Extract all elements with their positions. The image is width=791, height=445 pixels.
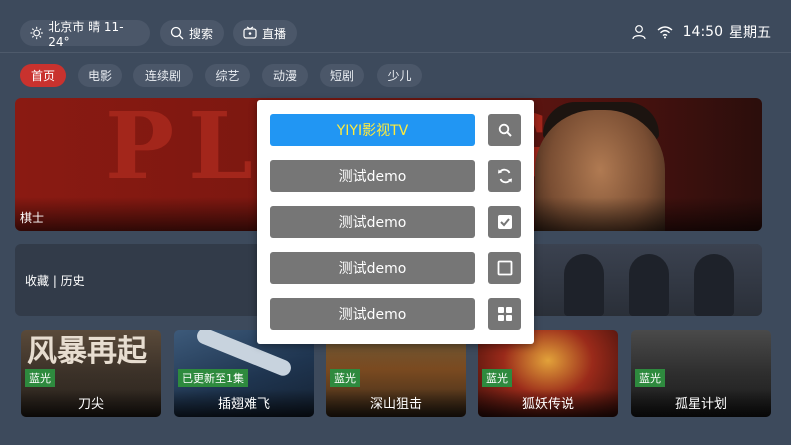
demo-button-2[interactable]: 测试demo: [270, 206, 475, 238]
dialog-checkbox-checked[interactable]: [488, 206, 521, 238]
checkbox-empty-icon: [497, 260, 512, 276]
poster-title: 狐妖传说: [478, 389, 618, 417]
poster-title: 孤星计划: [631, 389, 771, 417]
grid-icon: [497, 307, 512, 321]
tab-kids[interactable]: 少儿: [377, 64, 422, 87]
weather-text: 北京市 晴 11-24°: [48, 19, 124, 49]
checkbox-checked-icon: [497, 215, 512, 229]
poster-title: 深山狙击: [326, 389, 466, 417]
tv-icon: [243, 26, 257, 39]
photo-figure: [694, 254, 734, 316]
poster-badge: 蓝光: [635, 369, 665, 387]
tab-movies[interactable]: 电影: [78, 64, 122, 87]
status-area: 14:50 星期五: [621, 22, 771, 42]
search-icon: [498, 123, 512, 137]
refresh-icon: [497, 168, 512, 184]
wifi-icon: [657, 26, 673, 39]
dialog-search-button[interactable]: [488, 114, 521, 146]
user-icon[interactable]: [631, 24, 647, 40]
live-button[interactable]: 直播: [233, 20, 297, 46]
demo-button-4[interactable]: 测试demo: [270, 298, 475, 330]
poster-card[interactable]: 蓝光 孤星计划: [631, 330, 771, 417]
tab-shorts[interactable]: 短剧: [320, 64, 364, 87]
banner-title: 棋士: [20, 211, 45, 225]
search-button[interactable]: 搜索: [160, 20, 224, 46]
photo-figure: [629, 254, 669, 316]
tab-series[interactable]: 连续剧: [133, 64, 193, 87]
header-divider: [0, 52, 791, 53]
poster-title: 刀尖: [21, 389, 161, 417]
yiyi-tv-button[interactable]: YIYI影视TV: [270, 114, 475, 146]
demo-dialog: YIYI影视TV 测试demo 测试demo 测试demo 测试demo: [257, 100, 534, 344]
clock-weekday: 星期五: [729, 25, 771, 41]
search-icon: [170, 26, 184, 40]
dialog-refresh-button[interactable]: [488, 160, 521, 192]
demo-button-1[interactable]: 测试demo: [270, 160, 475, 192]
tab-home[interactable]: 首页: [20, 64, 66, 87]
photo-figure: [564, 254, 604, 316]
weather-pill[interactable]: 北京市 晴 11-24°: [20, 19, 150, 49]
poster-badge: 蓝光: [482, 369, 512, 387]
demo-button-3[interactable]: 测试demo: [270, 252, 475, 284]
poster-badge: 蓝光: [25, 369, 55, 387]
live-label: 直播: [262, 26, 287, 41]
poster-art-text: 风暴再起: [27, 334, 147, 369]
favorites-photo: [534, 244, 762, 316]
search-label: 搜索: [189, 26, 214, 41]
poster-title: 插翅难飞: [174, 389, 314, 417]
favorites-history-label: 收藏 | 历史: [25, 274, 85, 288]
tab-anime[interactable]: 动漫: [262, 64, 308, 87]
dialog-checkbox-empty[interactable]: [488, 252, 521, 284]
tab-variety[interactable]: 综艺: [205, 64, 250, 87]
poster-badge: 已更新至1集: [178, 369, 248, 387]
dialog-grid-button[interactable]: [488, 298, 521, 330]
poster-badge: 蓝光: [330, 369, 360, 387]
poster-card[interactable]: 风暴再起 蓝光 刀尖: [21, 330, 161, 417]
clock-time: 14:50: [682, 24, 723, 40]
sun-icon: [30, 26, 43, 40]
